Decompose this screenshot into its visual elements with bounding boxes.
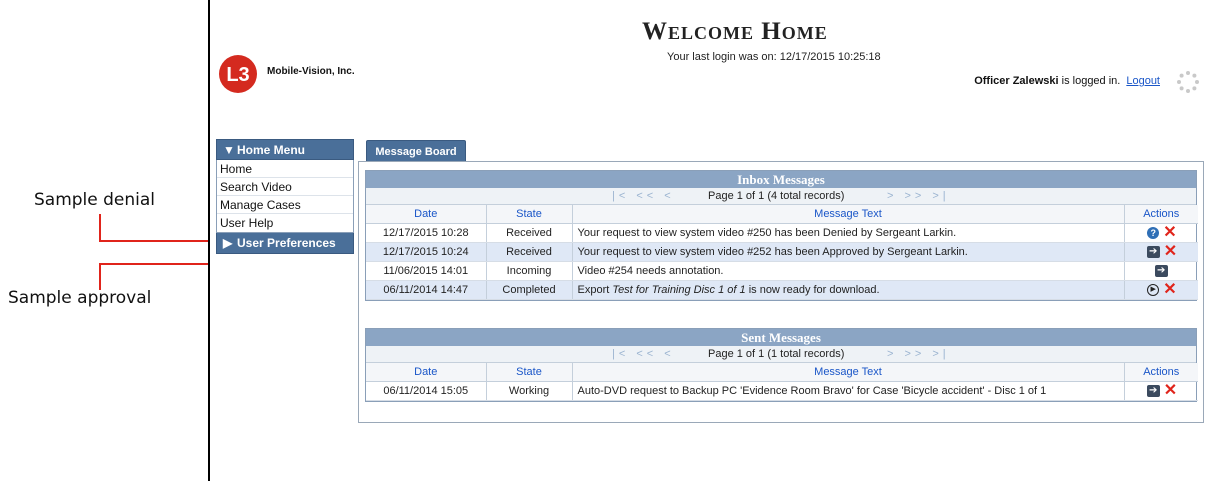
home-menu-label: Home Menu [237,143,306,157]
inbox-title: Inbox Messages [366,171,1196,188]
sent-pager: |< << < Page 1 of 1 (1 total records) > … [366,346,1196,363]
menu-item-manage-cases[interactable]: Manage Cases [217,196,353,214]
sent-header-row: Date State Message Text Actions [366,363,1198,382]
column-header-date[interactable]: Date [366,363,487,382]
sent-page-info: Page 1 of 1 (1 total records) [708,348,845,360]
table-row: 12/17/2015 10:28 Received Your request t… [366,223,1198,243]
inbox-messages-section: Inbox Messages |< << < Page 1 of 1 (4 to… [365,170,1198,301]
row-actions: ▶ ✕ [1124,280,1198,300]
inbox-pager-prev-controls[interactable]: |< << < [612,188,675,205]
inbox-table: Date State Message Text Actions 12/17/20… [366,205,1198,300]
column-header-state[interactable]: State [486,363,573,382]
triangle-down-icon: ▼ [223,143,235,157]
row-state: Working [486,381,573,401]
page-title: Welcome Home [642,18,828,45]
tab-message-board[interactable]: Message Board [366,140,466,162]
user-preferences-header[interactable]: ▶ User Preferences [216,233,354,254]
row-state: Incoming [486,261,573,281]
delete-icon[interactable]: ✕ [1163,281,1176,297]
column-header-date[interactable]: Date [366,205,487,224]
row-date: 11/06/2015 14:01 [366,261,487,281]
sent-messages-section: Sent Messages |< << < Page 1 of 1 (1 tot… [365,328,1198,402]
go-icon[interactable]: ➔ [1146,245,1160,258]
row-actions: ? ✕ [1124,223,1198,243]
callout-sample-approval: Sample approval [8,288,152,308]
table-row: 06/11/2014 15:05 Working Auto-DVD reques… [366,381,1198,401]
home-menu-header[interactable]: ▼ Home Menu [216,139,354,160]
application-window: L3 Mobile-Vision, Inc. Welcome Home Your… [208,0,1212,481]
l3-logo: L3 [219,55,257,93]
sent-table: Date State Message Text Actions 06/11/20… [366,363,1198,401]
logged-in-text: is logged in. [1058,75,1121,87]
export-name: Test for Training Disc 1 of 1 [612,283,746,296]
delete-icon[interactable]: ✕ [1164,243,1177,259]
home-menu: ▼ Home Menu Home Search Video Manage Case… [216,139,354,254]
row-date: 12/17/2015 10:24 [366,242,487,262]
column-header-state[interactable]: State [486,205,573,224]
table-row: 11/06/2015 14:01 Incoming Video #254 nee… [366,261,1198,281]
message-text-suffix: is now ready for download. [745,283,880,296]
menu-item-search-video[interactable]: Search Video [217,178,353,196]
row-date: 06/11/2014 14:47 [366,280,487,300]
row-actions: ➔ ✕ [1124,381,1198,401]
row-actions: ➔ [1124,261,1198,281]
row-state: Completed [486,280,573,300]
home-menu-items: Home Search Video Manage Cases User Help [216,160,354,233]
inbox-pager: |< << < Page 1 of 1 (4 total records) > … [366,188,1196,205]
column-header-message-text[interactable]: Message Text [572,205,1125,224]
last-login-text: Your last login was on: 12/17/2015 10:25… [667,51,881,63]
user-name: Officer Zalewski [974,75,1059,87]
table-row: 12/17/2015 10:24 Received Your request t… [366,242,1198,262]
logout-link[interactable]: Logout [1126,75,1160,87]
menu-item-home[interactable]: Home [217,160,353,178]
company-name: Mobile-Vision, Inc. [267,66,355,77]
inbox-header-row: Date State Message Text Actions [366,205,1198,224]
inbox-page-info: Page 1 of 1 (4 total records) [708,190,845,202]
message-text-prefix: Export [577,283,613,296]
delete-icon[interactable]: ✕ [1164,382,1177,398]
row-message-text: Auto-DVD request to Backup PC 'Evidence … [572,381,1125,401]
message-board-panel: Inbox Messages |< << < Page 1 of 1 (4 to… [358,161,1204,423]
row-message-text: Your request to view system video #252 h… [572,242,1125,262]
sent-title: Sent Messages [366,329,1196,346]
user-preferences-label: User Preferences [237,236,336,250]
triangle-right-icon: ▶ [223,236,233,250]
column-header-actions: Actions [1124,205,1198,224]
row-message-text: Your request to view system video #250 h… [572,223,1125,243]
table-row: 06/11/2014 14:47 Completed Export Test f… [366,280,1198,300]
sent-pager-next-controls[interactable]: > >> >| [887,346,950,363]
row-actions: ➔ ✕ [1124,242,1198,262]
go-icon[interactable]: ➔ [1154,264,1168,277]
row-message-text: Export Test for Training Disc 1 of 1 is … [572,280,1125,300]
column-header-actions: Actions [1124,363,1198,382]
menu-item-user-help[interactable]: User Help [217,214,353,232]
user-status: Officer Zalewski is logged in. Logout [974,75,1160,87]
go-icon[interactable]: ➔ [1146,384,1160,397]
loading-spinner-icon [1177,71,1199,93]
sent-pager-prev-controls[interactable]: |< << < [612,346,675,363]
svg-text:L3: L3 [226,64,249,86]
column-header-message-text[interactable]: Message Text [572,363,1125,382]
delete-icon[interactable]: ✕ [1163,224,1176,240]
row-message-text: Video #254 needs annotation. [572,261,1125,281]
inbox-pager-next-controls[interactable]: > >> >| [887,188,950,205]
row-state: Received [486,242,573,262]
row-state: Received [486,223,573,243]
row-date: 12/17/2015 10:28 [366,223,487,243]
row-date: 06/11/2014 15:05 [366,381,487,401]
help-icon[interactable]: ? [1147,226,1160,239]
play-icon[interactable]: ▶ [1147,283,1160,296]
callout-sample-denial: Sample denial [34,190,156,210]
